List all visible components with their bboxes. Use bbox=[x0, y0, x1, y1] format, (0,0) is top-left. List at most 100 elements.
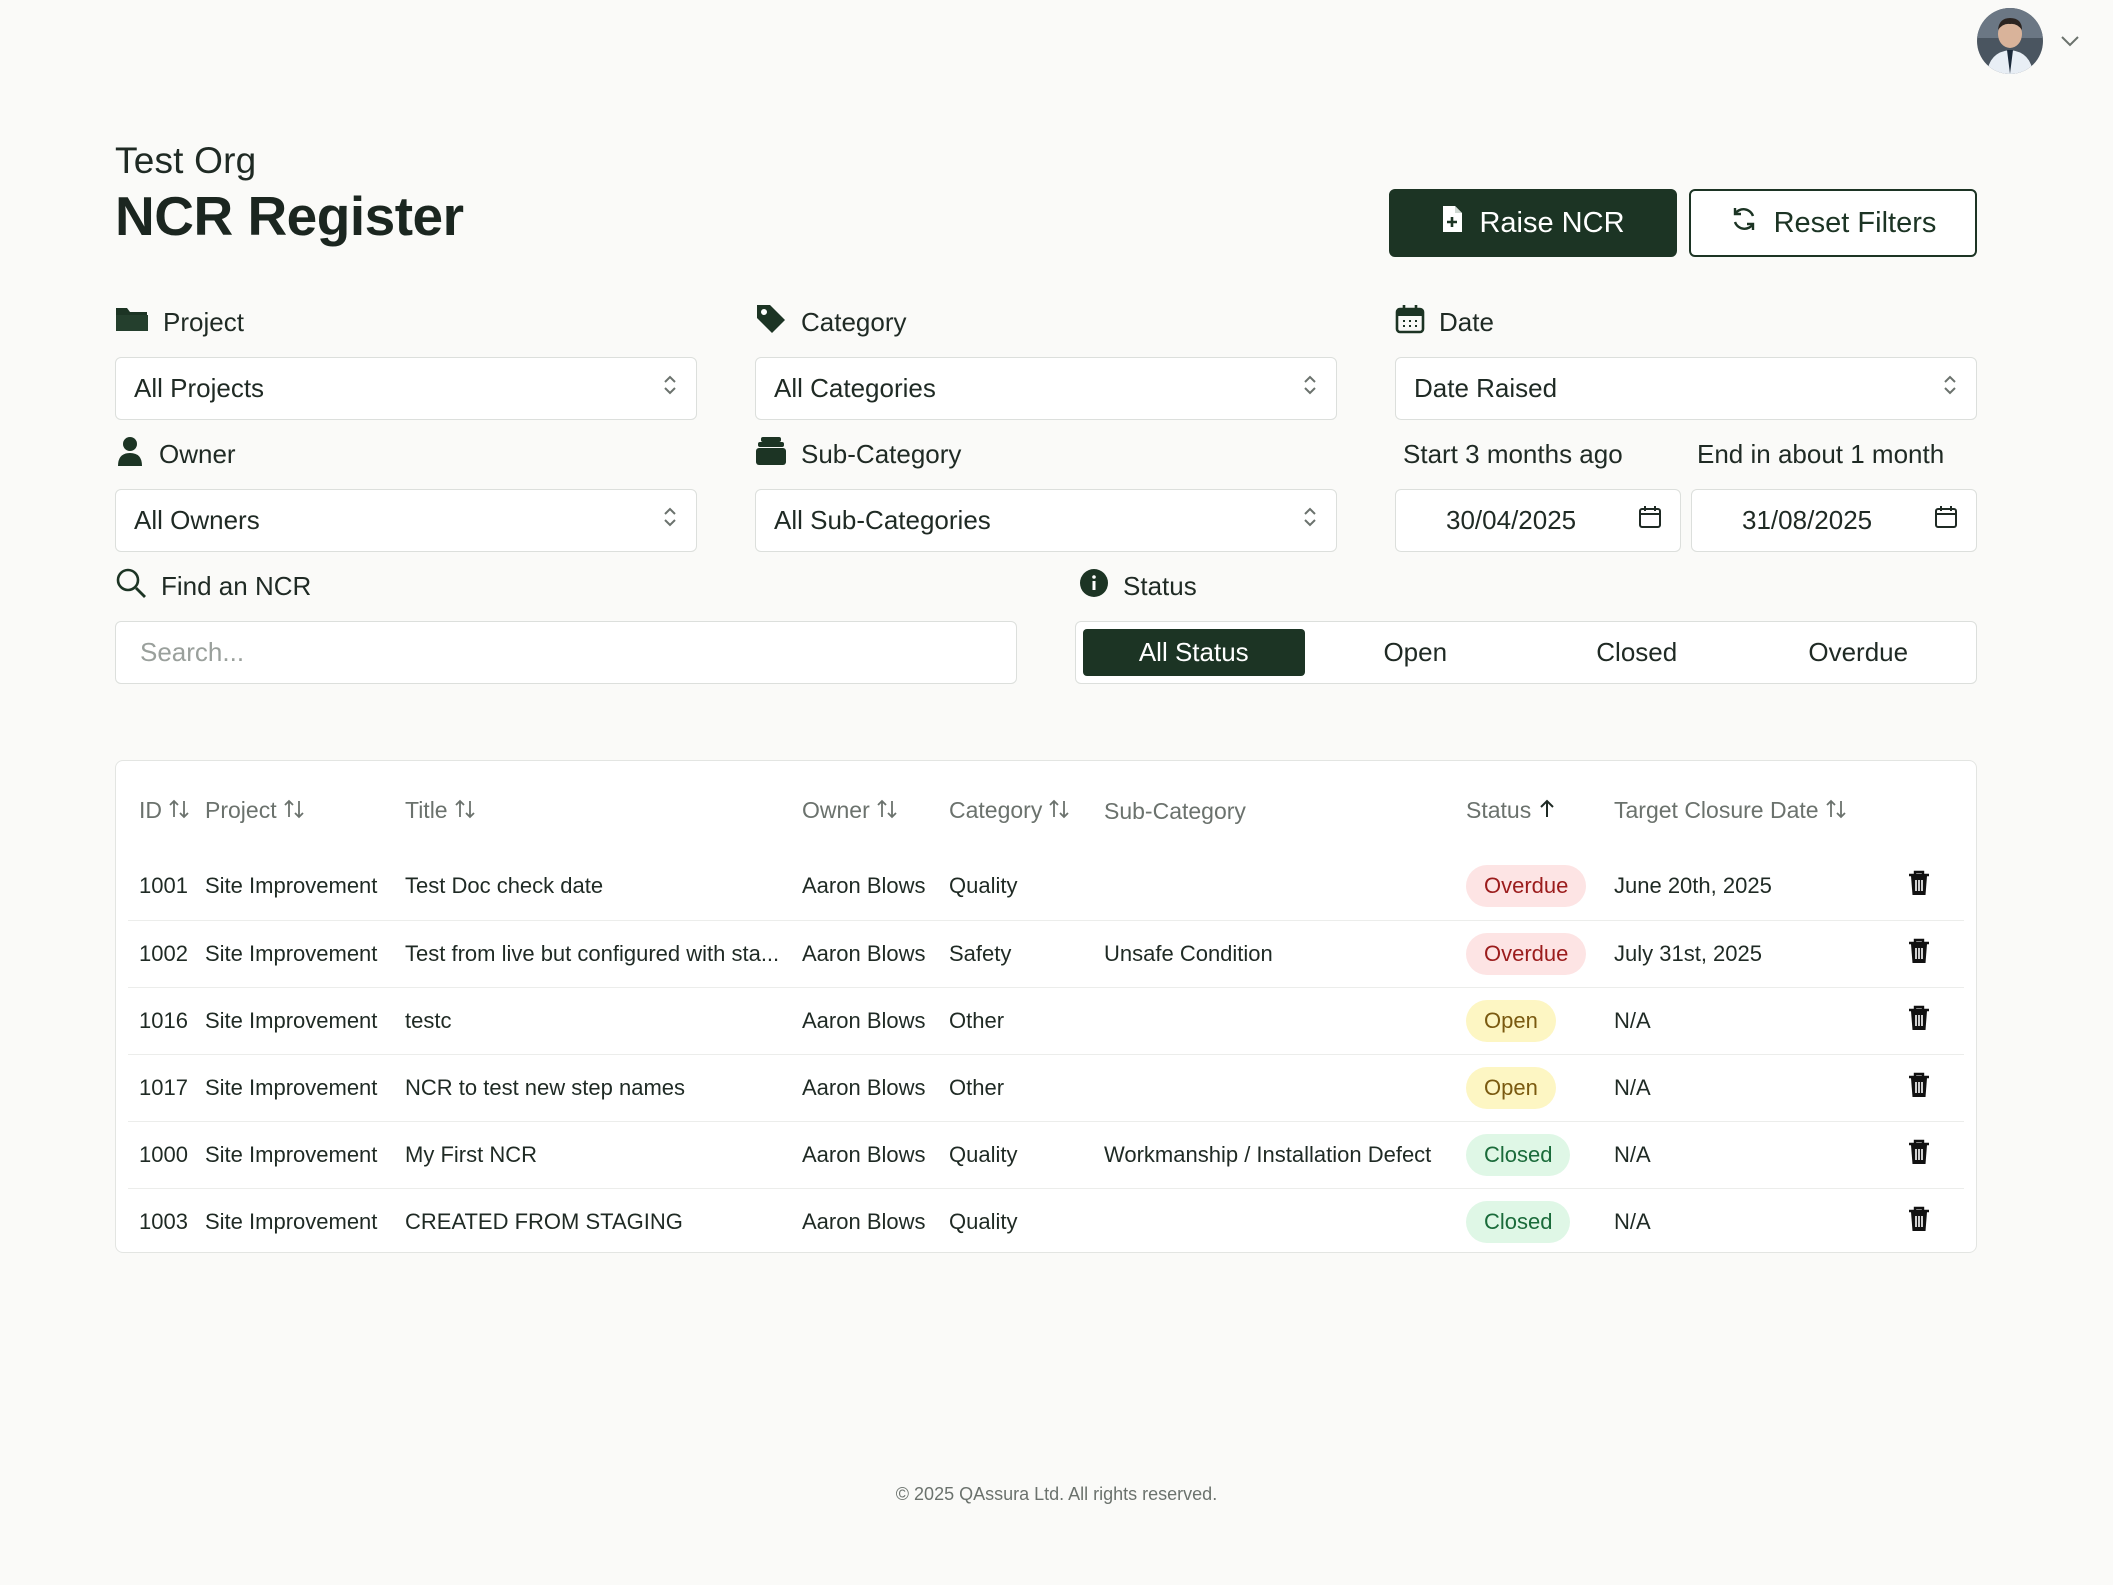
cell-target-closure-date-text: N/A bbox=[1614, 1141, 1651, 1167]
ncr-table: ID Project Title Owner Category Sub-Cate… bbox=[128, 761, 1964, 1255]
trash-icon[interactable] bbox=[1908, 1139, 1930, 1171]
subcategory-label: Sub-Category bbox=[801, 438, 962, 469]
table-row[interactable]: 1002 Site Improvement Test from live but c… bbox=[128, 919, 1964, 987]
cell-category-text: Safety bbox=[949, 940, 1012, 966]
trash-icon[interactable] bbox=[1908, 938, 1930, 970]
table-header-row: ID Project Title Owner Category Sub-Cate… bbox=[128, 761, 1964, 853]
cell-project-text: Site Improvement bbox=[205, 873, 378, 899]
cell-project: Site Improvement bbox=[205, 1053, 405, 1121]
cell-owner-text: Aaron Blows bbox=[802, 873, 926, 899]
cell-id: 1017 bbox=[128, 1053, 205, 1121]
cell-actions bbox=[1884, 1053, 1964, 1121]
status-segmented-control: All Status Open Closed Overdue bbox=[1075, 621, 1977, 684]
start-date-input[interactable]: 30/04/2025 bbox=[1395, 489, 1681, 552]
cell-actions bbox=[1884, 1120, 1964, 1188]
cell-owner: Aaron Blows bbox=[802, 853, 949, 920]
cell-status: Closed bbox=[1466, 1120, 1614, 1188]
cell-project: Site Improvement bbox=[205, 1187, 405, 1255]
column-header-title[interactable]: Title bbox=[405, 761, 802, 853]
cell-actions bbox=[1884, 1187, 1964, 1255]
column-header-status[interactable]: Status bbox=[1466, 761, 1614, 853]
chevron-down-icon[interactable] bbox=[2057, 28, 2083, 54]
cell-owner: Aaron Blows bbox=[802, 986, 949, 1054]
project-select[interactable]: All Projects bbox=[115, 357, 697, 420]
cell-owner: Aaron Blows bbox=[802, 1187, 949, 1255]
category-select[interactable]: All Categories bbox=[755, 357, 1337, 420]
table-row[interactable]: 1003 Site Improvement CREATED FROM STAGING… bbox=[128, 1187, 1964, 1255]
column-header-target-closure-date[interactable]: Target Closure Date bbox=[1614, 761, 1884, 853]
status-option-open[interactable]: Open bbox=[1305, 629, 1527, 676]
user-avatar[interactable] bbox=[1977, 8, 2043, 74]
chevron-up-down-icon bbox=[1942, 373, 1958, 404]
column-header-category[interactable]: Category bbox=[949, 761, 1104, 853]
chevron-up-down-icon bbox=[662, 505, 678, 536]
category-filter: Category All Categories bbox=[755, 302, 1337, 420]
search-input[interactable]: Search... bbox=[115, 621, 1017, 684]
cell-id-text: 1017 bbox=[139, 1074, 188, 1100]
cell-owner: Aaron Blows bbox=[802, 1053, 949, 1121]
table-row[interactable]: 1016 Site Improvement testc Aaron Blows Othe… bbox=[128, 986, 1964, 1054]
end-date-input[interactable]: 31/08/2025 bbox=[1691, 489, 1977, 552]
cell-id-text: 1016 bbox=[139, 1007, 188, 1033]
trash-icon[interactable] bbox=[1908, 1072, 1930, 1104]
org-name: Test Org bbox=[115, 140, 257, 181]
cell-owner-text: Aaron Blows bbox=[802, 1074, 926, 1100]
cell-subcategory bbox=[1104, 986, 1466, 1054]
cell-target-closure-date: N/A bbox=[1614, 986, 1884, 1054]
cell-target-closure-date-text: July 31st, 2025 bbox=[1614, 940, 1762, 966]
status-badge: Closed bbox=[1466, 1133, 1571, 1176]
trash-icon[interactable] bbox=[1908, 1005, 1930, 1037]
cell-id: 1016 bbox=[128, 986, 205, 1054]
status-badge: Overdue bbox=[1466, 932, 1587, 975]
status-badge: Open bbox=[1466, 1066, 1556, 1109]
table-row[interactable]: 1000 Site Improvement My First NCR Aaron Bl… bbox=[128, 1120, 1964, 1188]
sort-ascending-icon bbox=[1537, 798, 1557, 825]
status-option-overdue[interactable]: Overdue bbox=[1748, 629, 1970, 676]
sort-icon bbox=[1048, 798, 1070, 825]
start-date-label: Start 3 months ago bbox=[1403, 438, 1623, 469]
cell-status: Open bbox=[1466, 1053, 1614, 1121]
cell-category: Quality bbox=[949, 1120, 1104, 1188]
cell-subcategory bbox=[1104, 853, 1466, 920]
user-icon bbox=[115, 435, 145, 474]
sort-icon bbox=[454, 798, 476, 825]
owner-select[interactable]: All Owners bbox=[115, 489, 697, 552]
status-badge: Overdue bbox=[1466, 865, 1587, 908]
calendar-icon[interactable] bbox=[1638, 505, 1662, 536]
table-row[interactable]: 1001 Site Improvement Test Doc check date A… bbox=[128, 853, 1964, 920]
cell-title: testc bbox=[405, 986, 802, 1054]
calendar-icon[interactable] bbox=[1934, 505, 1958, 536]
table-row[interactable]: 1017 Site Improvement NCR to test new step… bbox=[128, 1053, 1964, 1121]
cell-target-closure-date: N/A bbox=[1614, 1053, 1884, 1121]
trash-icon[interactable] bbox=[1908, 870, 1930, 902]
column-header-project[interactable]: Project bbox=[205, 761, 405, 853]
column-header-owner[interactable]: Owner bbox=[802, 761, 949, 853]
column-header-id[interactable]: ID bbox=[128, 761, 205, 853]
status-option-closed[interactable]: Closed bbox=[1526, 629, 1748, 676]
cell-title-text: CREATED FROM STAGING bbox=[405, 1208, 683, 1234]
trash-icon[interactable] bbox=[1908, 1206, 1930, 1238]
cell-category: Safety bbox=[949, 919, 1104, 987]
sort-icon bbox=[283, 798, 305, 825]
subcategory-select[interactable]: All Sub-Categories bbox=[755, 489, 1337, 552]
column-header-subcategory: Sub-Category bbox=[1104, 797, 1246, 824]
reset-filters-button[interactable]: Reset Filters bbox=[1689, 189, 1977, 257]
user-menu[interactable] bbox=[1977, 8, 2083, 74]
start-date-filter: Start 3 months ago 30/04/2025 bbox=[1395, 434, 1681, 552]
info-icon bbox=[1079, 568, 1109, 605]
date-filter: Date Date Raised bbox=[1395, 302, 1977, 420]
owner-filter: Owner All Owners bbox=[115, 434, 697, 552]
cell-owner-text: Aaron Blows bbox=[802, 1007, 926, 1033]
status-option-all[interactable]: All Status bbox=[1083, 629, 1305, 676]
raise-ncr-button[interactable]: Raise NCR bbox=[1389, 189, 1677, 257]
cell-project-text: Site Improvement bbox=[205, 940, 378, 966]
sort-icon bbox=[168, 798, 190, 825]
file-plus-icon bbox=[1441, 205, 1463, 241]
cell-title-text: Test Doc check date bbox=[405, 873, 604, 899]
cell-project: Site Improvement bbox=[205, 853, 405, 920]
cell-subcategory: Unsafe Condition bbox=[1104, 919, 1466, 987]
date-type-select[interactable]: Date Raised bbox=[1395, 357, 1977, 420]
cell-category: Other bbox=[949, 986, 1104, 1054]
cell-subcategory-text: Unsafe Condition bbox=[1104, 940, 1273, 966]
sort-icon bbox=[1825, 798, 1847, 825]
